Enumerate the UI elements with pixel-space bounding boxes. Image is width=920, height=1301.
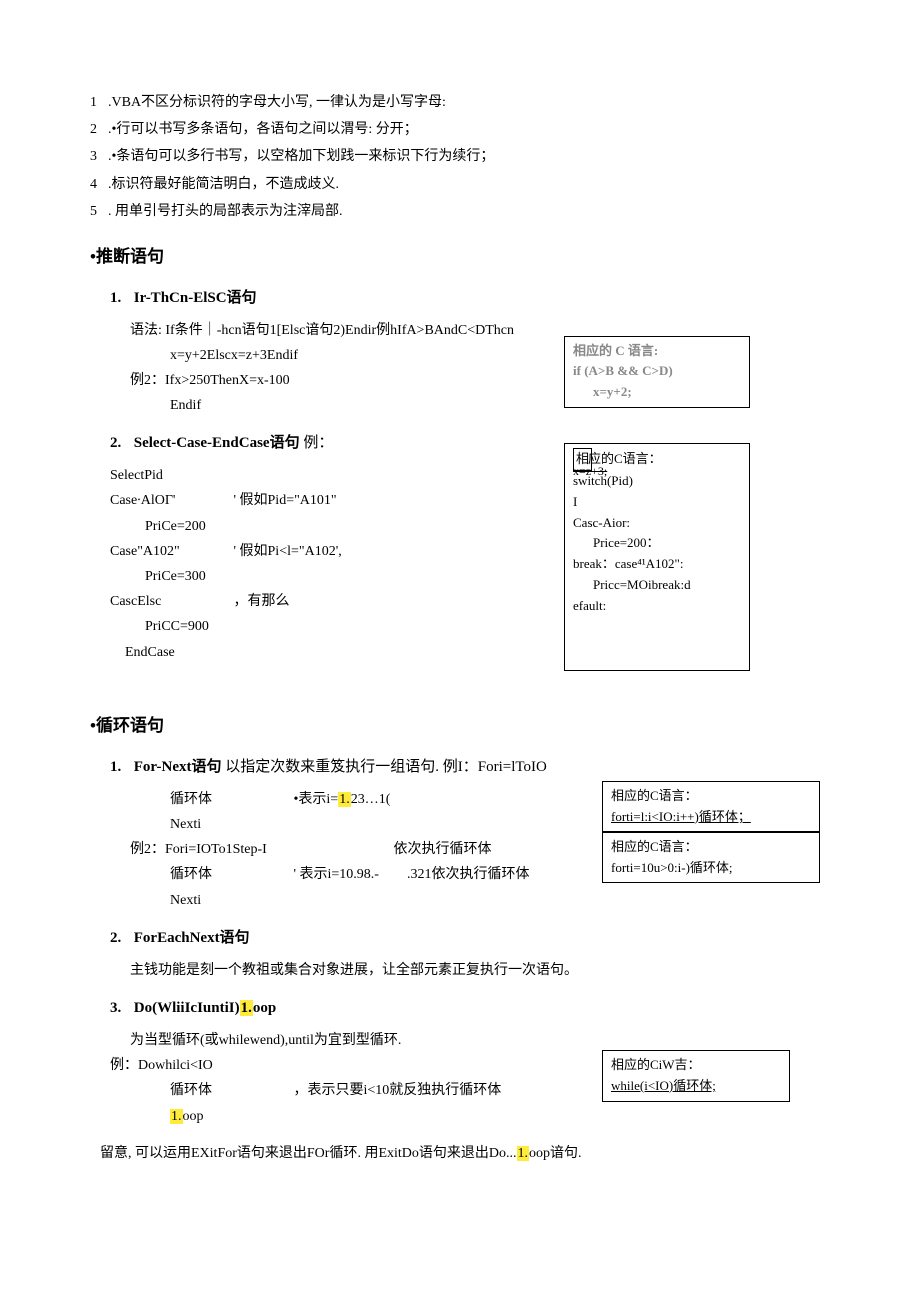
sub-num: 2. [110,430,130,457]
sub-title-a: Do(WliiIcIuntiI) [134,1000,240,1016]
sub-title: Select-Case-EndCase语句 [134,435,300,451]
code-frag: ' 假如Pi<l="A102', [234,544,342,559]
intro-list: 1.VBA不区分标识符的字母大小写, 一律认为是小写字母: 2.•行可以书写多条… [90,90,850,224]
list-num: 3 [90,144,108,169]
box-line: Casc-Aior: [573,513,741,534]
box-title: 相应的 C 语言: [573,341,741,362]
code-frag: oop [183,1109,204,1124]
box-line: break：case⁴¹A102": [573,554,741,575]
select-block: SelectPid Case∙AlOΓ' ' 假如Pid="A101" PriC… [90,463,850,693]
sub-after: 例： [303,435,333,451]
box-line: 相应的CiW吉： [611,1055,781,1076]
if-block: 语法: If条件｜-hcn语句1[Elsc谙句2)Endir例hIfA>BAnd… [90,318,850,419]
sub-after: 以指定次数来重笈执行一组语句. 例I：Fori=lToIO [225,759,547,775]
code-frag: 23…1( [351,792,391,807]
code-frag: ，表示只要i<10就反独执行循环体 [294,1083,502,1098]
list-text: .•行可以书写多条语句，各语句之间以渭号: 分开； [108,122,418,137]
code-frag: ' 假如Pid="A101" [234,493,337,508]
sub-title-hl: 1. [240,1000,253,1016]
code-line: 1.oop [170,1104,850,1129]
list-item: 5. 用单引号打头的局部表示为注滓局部. [90,199,850,224]
list-text: .VBA不区分标识符的字母大小写, 一律认为是小写字母: [108,95,446,110]
code-frag: Case"A102" [110,539,230,564]
code-frag: ' 表示i=10.98.- [294,862,404,887]
sub-title: ForEachNext语句 [134,930,250,946]
note-frag-hl: 1. [517,1146,530,1161]
box-line: 相应的C语言： [611,786,811,807]
box-line: forti=l:i<IO:i++)循环体； [611,807,811,828]
box-line: while(i<IO)循环体; [611,1076,781,1097]
c-equiv-box: x=z+3; 相相应的C语言：应的C语言： switch(Pid) I Casc… [564,443,750,671]
code-frag: ，有那么 [234,594,290,609]
list-item: 2.•行可以书写多条语句，各语句之间以渭号: 分开； [90,117,850,142]
code-frag: Case∙AlOΓ' [110,488,230,513]
c-equiv-box: 相应的C语言： forti=10u>0:i-)循环体; [602,832,820,884]
sub-num: 2. [110,925,130,952]
section-heading: •推断语句 [90,242,850,273]
section-heading: •循环语句 [90,711,850,742]
sub-num: 3. [110,995,130,1022]
box-line: forti=10u>0:i-)循环体; [611,858,811,879]
sub-title: Ir-ThCn-ElSC语句 [134,290,257,306]
note-frag: 留意, 可以运用EXitFor语句来退出FOr循环. 用ExitDo语句来退出D… [100,1146,517,1161]
box-line: x=z+3; 相相应的C语言：应的C语言： [573,448,741,471]
box-line: if (A>B && C>D) [573,361,741,382]
code-frag: 例2：Fori=IOTo1Step-I [130,837,390,862]
box-strike: x=z+3; [573,462,607,481]
note-text: 留意, 可以运用EXitFor语句来退出FOr循环. 用ExitDo语句来退出D… [100,1141,850,1166]
sub-num: 1. [110,754,130,781]
list-item: 1.VBA不区分标识符的字母大小写, 一律认为是小写字母: [90,90,850,115]
c-equiv-box: 相应的 C 语言: if (A>B && C>D) x=y+2; [564,336,750,408]
code-frag-hl: 1. [170,1109,183,1124]
list-text: . 用单引号打头的局部表示为注滓局部. [108,204,343,219]
box-line: x=y+2; [573,382,741,403]
c-equiv-box: 相应的C语言： forti=l:i<IO:i++)循环体； [602,781,820,833]
code-frag: •表示i= [294,792,339,807]
code-line: Nexti [170,888,850,913]
list-item: 3.•条语句可以多行书写，以空格加下划践一来标识下行为续行； [90,144,850,169]
box-line: Price=200： [573,533,741,554]
code-frag: 循环体 [170,787,290,812]
code-frag: 循环体 [170,1078,290,1103]
sub-heading: 2. ForEachNext语句 [110,925,850,952]
do-block: 为当型循环(或whilewend),until为宜到型循环. 例：Dowhilc… [90,1028,850,1129]
box-line: efault: [573,596,741,617]
sub-heading: 1. For-Next语句 以指定次数来重笈执行一组语句. 例I：Fori=lT… [110,754,850,781]
sub-heading: 3. Do(WliiIcIuntiI)1.oop [110,995,850,1022]
code-frag: .321依次执行循环体 [407,867,530,882]
c-equiv-box: 相应的CiW吉： while(i<IO)循环体; [602,1050,790,1102]
sub-title: For-Next语句 [134,759,222,775]
list-item: 4.标识符最好能简洁明白，不造成歧义. [90,172,850,197]
sub-heading: 1. Ir-ThCn-ElSC语句 [110,285,850,312]
code-frag: 循环体 [170,862,290,887]
list-text: .•条语句可以多行书写，以空格加下划践一来标识下行为续行； [108,149,494,164]
box-line: 相应的C语言： [611,837,811,858]
list-text: .标识符最好能简洁明白，不造成歧义. [108,177,339,192]
list-num: 2 [90,117,108,142]
body-text: 主钱功能是刻一个教祖或集合对象进展，让全部元素正复执行一次语句。 [130,958,850,983]
code-frag: 依次执行循环体 [394,842,492,857]
box-line: I [573,492,741,513]
for-block: 循环体 •表示i=1.23…1( Nexti 例2：Fori=IOTo1Step… [90,787,850,913]
sub-title-c: oop [253,1000,276,1016]
sub-num: 1. [110,285,130,312]
note-frag: oop谙句. [529,1146,582,1161]
code-frag-hl: 1. [338,792,351,807]
list-num: 1 [90,90,108,115]
list-num: 4 [90,172,108,197]
list-num: 5 [90,199,108,224]
code-frag: CascElsc [110,589,230,614]
box-line: Pricc=MOibreak:d [573,575,741,596]
